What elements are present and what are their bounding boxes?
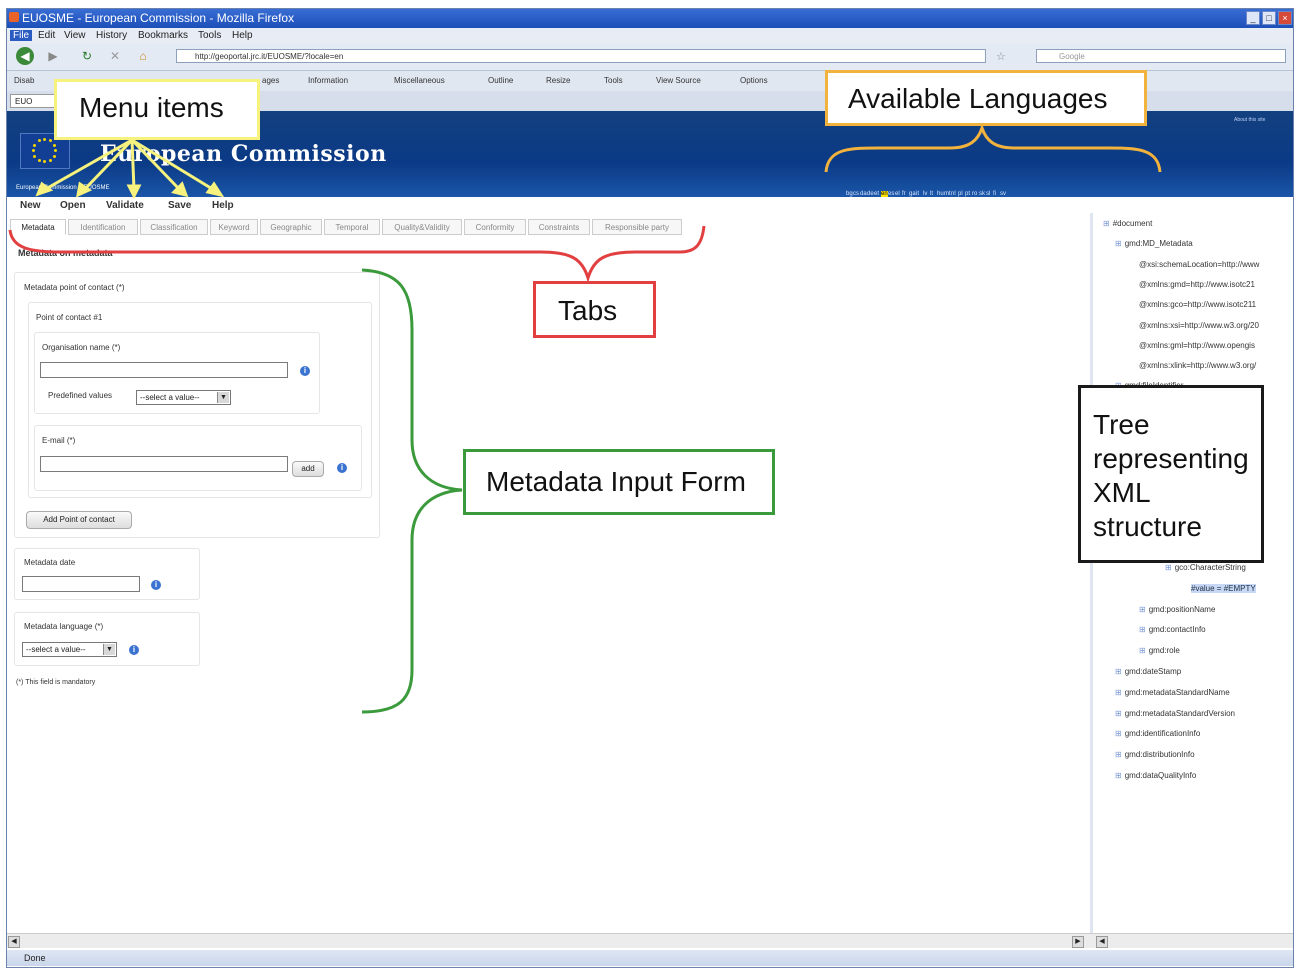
language-brace [824, 123, 1162, 173]
form-brace [361, 268, 463, 714]
annotation-tree-line: XML [1093, 477, 1151, 508]
menu-arrows [35, 138, 225, 200]
annotation-metadata-form: Metadata Input Form [463, 449, 775, 515]
annotation-available-languages: Available Languages [825, 70, 1147, 126]
annotation-tree: Tree representing XML structure [1078, 385, 1264, 563]
tabs-brace [8, 225, 706, 284]
annotation-tree-line: Tree [1093, 409, 1150, 440]
annotation-tree-line: structure [1093, 511, 1202, 542]
annotation-menu-items: Menu items [54, 79, 260, 140]
annotation-tree-line: representing [1093, 443, 1249, 474]
annotation-tabs: Tabs [533, 281, 656, 338]
